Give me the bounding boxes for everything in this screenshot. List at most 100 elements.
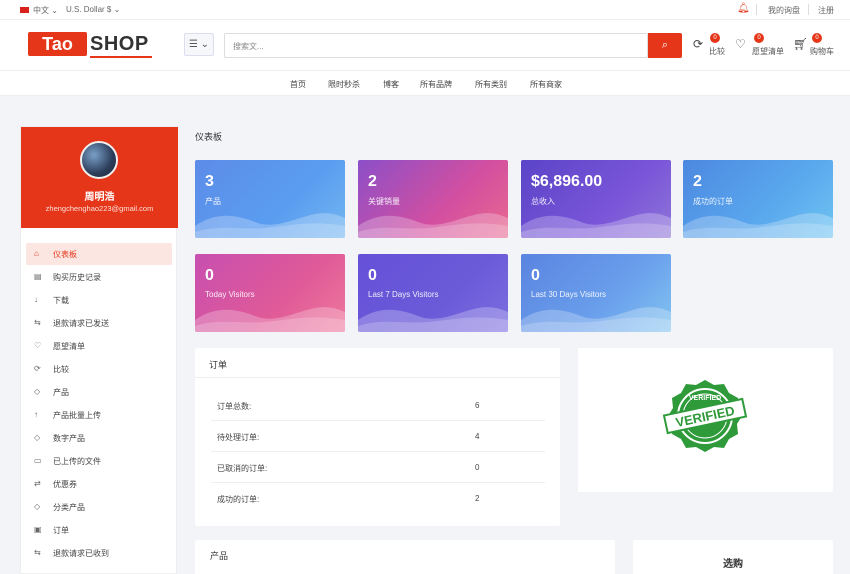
folder-icon: ▭ [34,456,42,465]
order-stat-value: 6 [475,401,480,410]
verified-seal-icon: VERIFIED VERIFIED [662,380,748,452]
search-icon: ⌕ [661,39,669,51]
compare-icon: ⟳ [693,37,704,51]
order-stat-row: 成功的订单: 2 [211,483,545,514]
sidebar-item-uploaded-files[interactable]: ▭ 已上传的文件 [26,450,172,472]
sidebar-item-classified-products[interactable]: ◇ 分类产品 [26,496,172,518]
wave-decoration [195,213,345,238]
register-link[interactable]: 注册 [818,5,834,16]
order-stat-row: 待处理订单: 4 [211,421,545,452]
profile-card: 周明浩 zhengchenghao223@gmail.com [21,127,178,228]
nav-flash-sale[interactable]: 限时秒杀 [328,79,360,90]
page-title: 仪表板 [195,132,223,142]
order-stat-value: 2 [475,494,480,503]
sidebar-item-label: 分类产品 [53,503,85,512]
category-menu-button[interactable]: ☰ ⌄ [184,33,214,56]
sidebar-item-downloads[interactable]: ↓ 下载 [26,289,172,311]
compare-button[interactable]: ⟳ 0 比较 [693,33,727,56]
sidebar-item-label: 数字产品 [53,434,85,443]
site-logo[interactable]: Tao SHOP [28,32,154,58]
orders-icon: ▣ [34,525,42,534]
avatar [80,141,118,179]
stat-value: 2 [693,173,702,190]
stat-card-7day-visitors: 0 Last 7 Days Visitors [358,254,508,332]
sidebar-item-label: 订单 [53,526,69,535]
stat-card-products: 3 产品 [195,160,345,238]
cart-button[interactable]: 🛒︎ 0 购物车 [793,33,835,56]
cart-badge: 0 [812,33,822,43]
sidebar-item-refund-received[interactable]: ⇆ 退款请求已收到 [26,542,172,564]
divider [808,4,809,15]
nav-categories[interactable]: 所有类别 [475,79,507,90]
sidebar-item-label: 退款请求已发送 [53,319,109,328]
stat-value: 0 [205,267,214,284]
wave-decoration [521,307,671,332]
home-icon: ⌂ [34,249,39,258]
sidebar-item-wishlist[interactable]: ♡ 愿望清单 [26,335,172,357]
order-stat-label: 成功的订单: [217,495,260,504]
search-button[interactable]: ⌕ [648,33,682,58]
wave-decoration [358,213,508,238]
order-stat-label: 待处理订单: [217,433,260,442]
products-panel: 产品 [195,540,615,574]
bell-icon[interactable]: 🔔︎ [737,3,750,14]
heart-icon: ♡ [735,37,746,51]
sidebar-item-bulk-upload[interactable]: ↑ 产品批量上传 [26,404,172,426]
refund-icon: ⇆ [34,548,41,557]
cart-icon: 🛒︎ [793,37,809,51]
sidebar-item-label: 退款请求已收到 [53,549,109,558]
sidebar-item-label: 产品批量上传 [53,411,101,420]
download-icon: ↓ [34,295,38,304]
nav-brands[interactable]: 所有品牌 [420,79,452,90]
order-stat-label: 订单总数: [217,402,252,411]
sidebar-item-label: 已上传的文件 [53,457,101,466]
select-panel: 选购 [633,540,833,574]
language-selector[interactable]: 中文 ⌄ [33,5,58,16]
stat-value: 2 [368,173,377,190]
panel-header: 订单 [195,348,560,378]
main-nav: 首页 限时秒杀 博客 所有品牌 所有类别 所有商家 [0,70,850,96]
sidebar-item-compare[interactable]: ⟳ 比较 [26,358,172,380]
top-bar: 中文 ⌄ U.S. Dollar $ ⌄ 🔔︎ 我的询盘 注册 [0,0,850,20]
divider [756,4,757,15]
nav-sellers[interactable]: 所有商家 [530,79,562,90]
verified-arc-text: VERIFIED [689,395,721,402]
sidebar-item-coupons[interactable]: ⇄ 优惠券 [26,473,172,495]
stat-value: 0 [531,267,540,284]
sidebar-item-products[interactable]: ◇ 产品 [26,381,172,403]
currency-selector[interactable]: U.S. Dollar $ ⌄ [66,5,120,14]
sidebar-item-label: 产品 [53,388,69,397]
order-stat-label: 已取消的订单: [217,464,268,473]
sidebar-item-digital-products[interactable]: ◇ 数字产品 [26,427,172,449]
upload-icon: ↑ [34,410,38,419]
wave-decoration [195,307,345,332]
sidebar-item-label: 购买历史记录 [53,273,101,282]
order-stat-row: 订单总数: 6 [211,390,545,421]
sidebar-item-label: 下载 [53,296,69,305]
china-flag-icon [20,7,29,13]
compare-icon: ⟳ [34,364,41,373]
diamond-icon: ◇ [34,387,41,396]
sidebar-item-purchase-history[interactable]: ▤ 购买历史记录 [26,266,172,288]
stat-value: $6,896.00 [531,173,603,190]
sidebar-item-label: 仪表板 [53,250,77,259]
sidebar-item-label: 优惠券 [53,480,77,489]
stat-card-today-visitors: 0 Today Visitors [195,254,345,332]
my-rfq-link[interactable]: 我的询盘 [768,5,800,16]
sidebar-item-label: 愿望清单 [53,342,85,351]
sidebar-item-refund-sent[interactable]: ⇆ 退款请求已发送 [26,312,172,334]
orders-panel: 订单 订单总数: 6 待处理订单: 4 已取消的订单: 0 成功的订单: 2 [195,348,560,526]
stat-card-key-sales: 2 关键销量 [358,160,508,238]
sidebar: 周明浩 zhengchenghao223@gmail.com ⌂ 仪表板 ▤ 购… [20,126,178,574]
logo-tao: Tao [28,32,87,56]
nav-blog[interactable]: 博客 [383,79,399,90]
nav-home[interactable]: 首页 [290,79,306,90]
order-stat-row: 已取消的订单: 0 [211,452,545,483]
search-input[interactable]: 搜索文... [224,33,648,58]
compare-label: 比较 [709,47,725,56]
sidebar-item-dashboard[interactable]: ⌂ 仪表板 [26,243,172,265]
select-panel-title: 选购 [723,559,743,570]
sidebar-item-orders[interactable]: ▣ 订单 [26,519,172,541]
wishlist-button[interactable]: ♡ 0 愿望清单 [735,33,785,56]
stat-card-total-income: $6,896.00 总收入 [521,160,671,238]
